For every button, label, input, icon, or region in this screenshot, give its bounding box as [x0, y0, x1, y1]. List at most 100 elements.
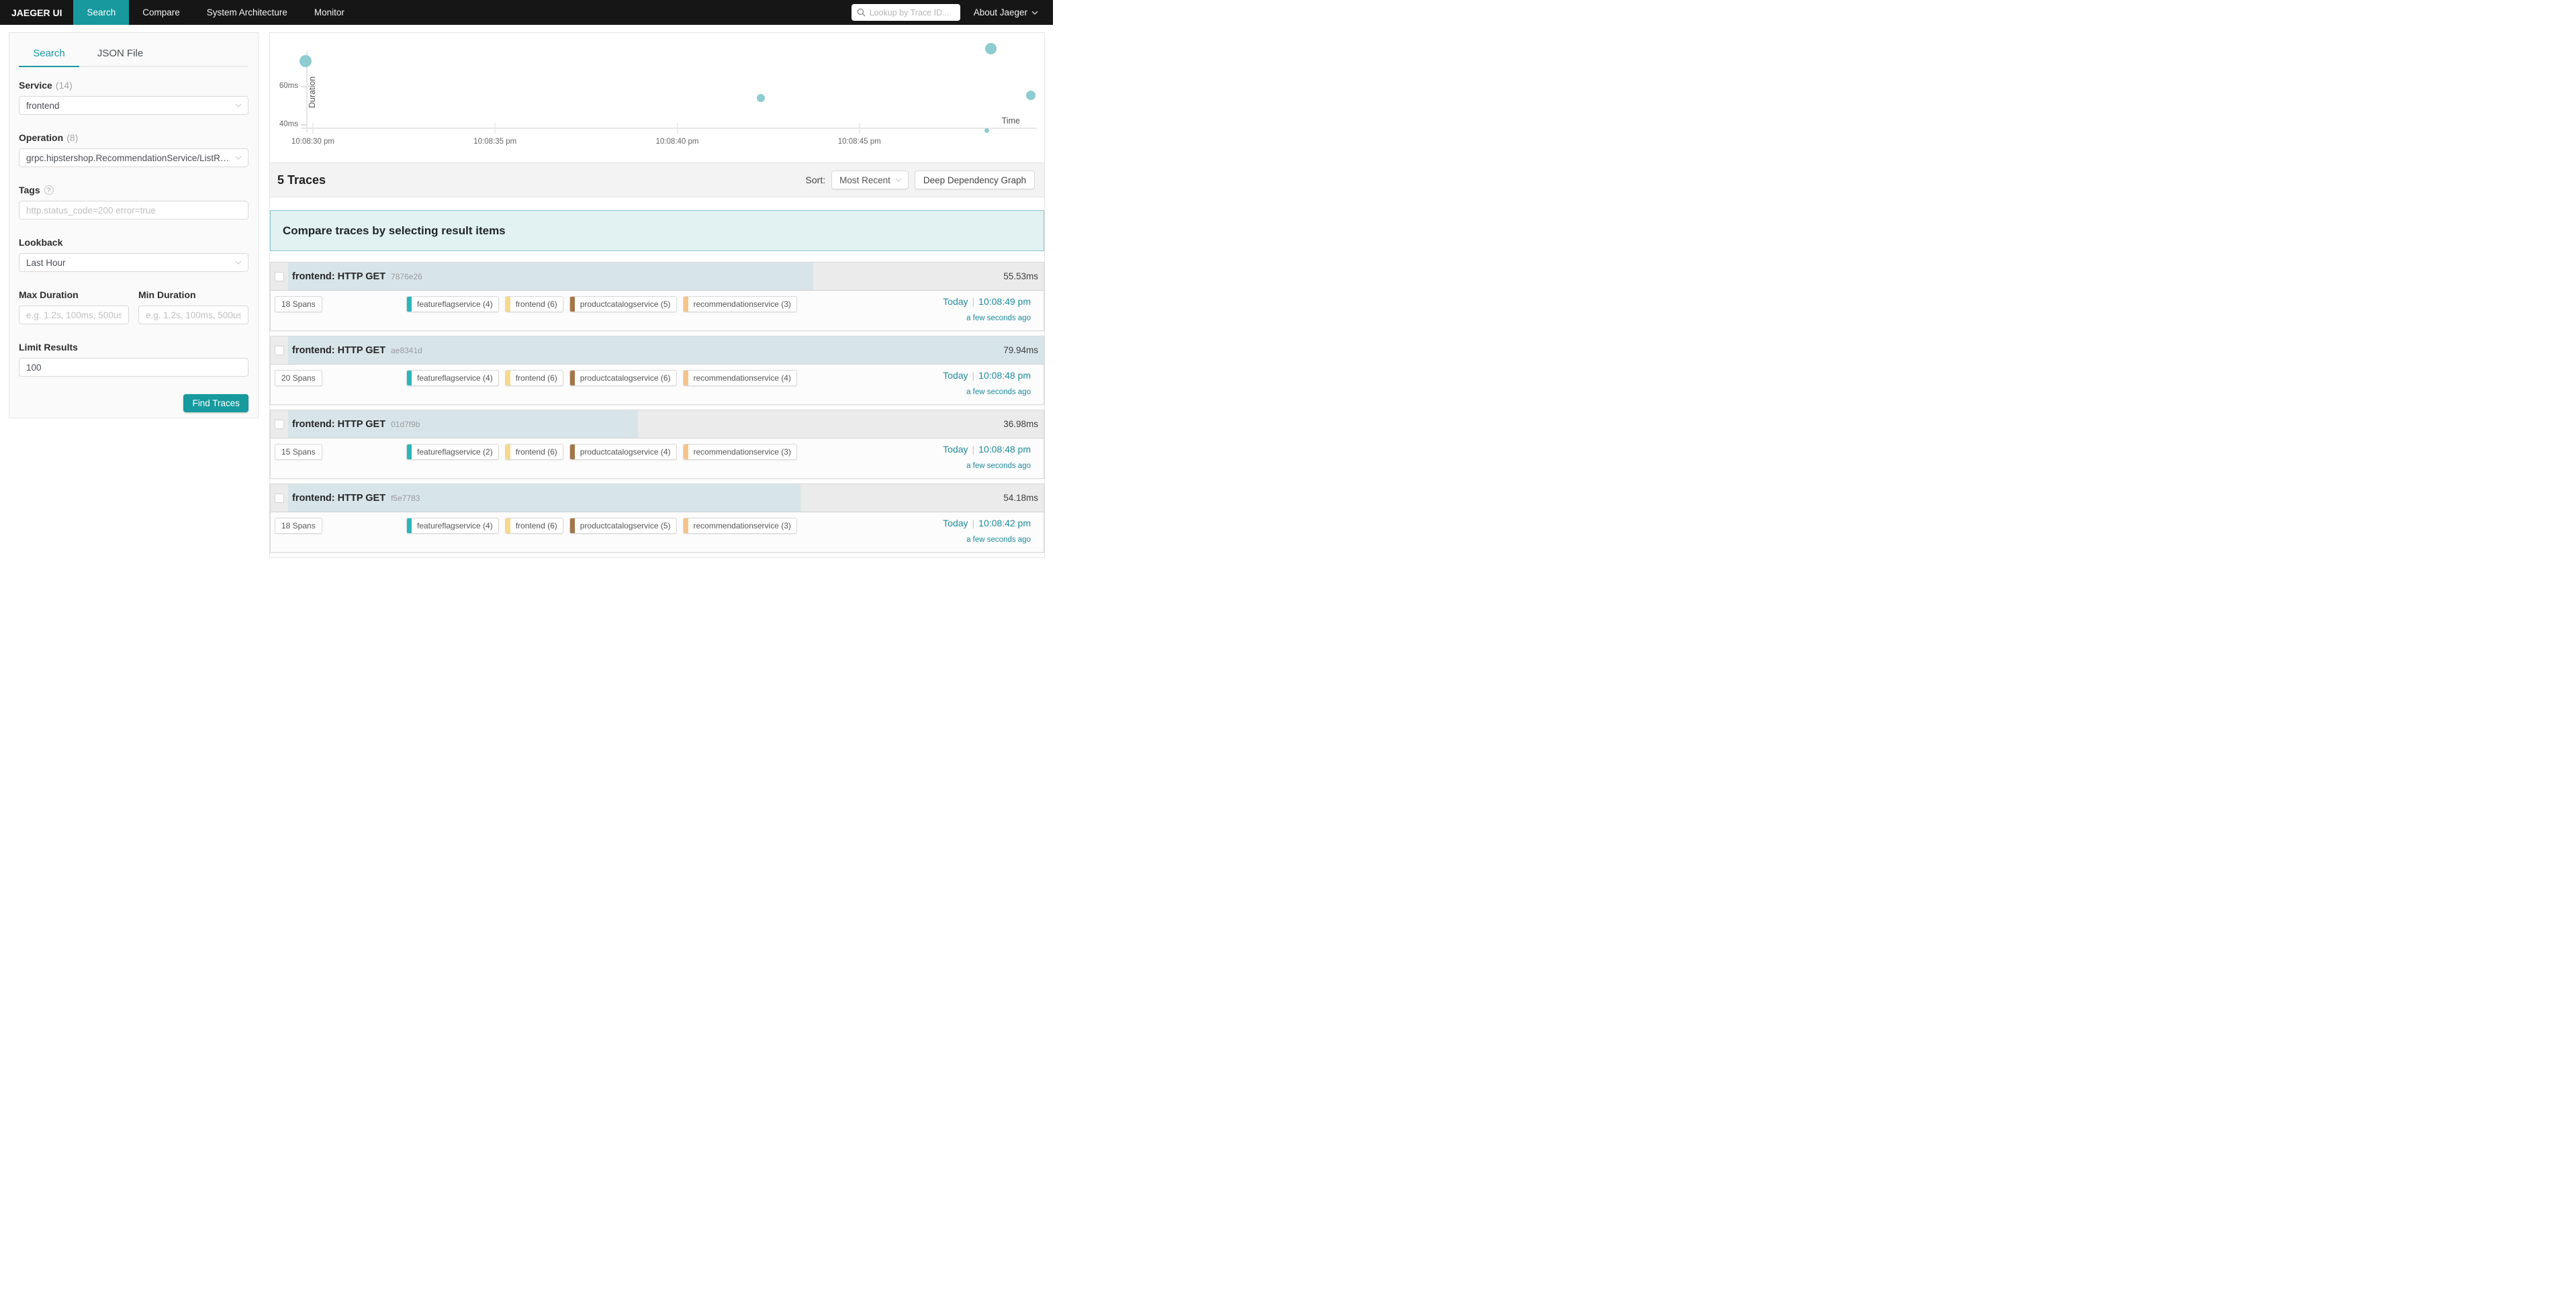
service-tag-label: recommendationservice (3) [688, 445, 796, 459]
trace-title: frontend: HTTP GET7876e26 [292, 263, 422, 291]
service-color-swatch [506, 297, 510, 312]
results-header-controls: Sort: Most Recent Deep Dependency Graph [806, 171, 1035, 189]
sort-value: Most Recent [839, 175, 890, 185]
x-tick-mark [494, 123, 496, 134]
search-sidebar: Search JSON File Service (14) frontend O… [9, 32, 259, 418]
lookback-select[interactable]: Last Hour [19, 253, 248, 272]
min-duration-input[interactable] [138, 306, 248, 324]
trace-header[interactable]: frontend: HTTP GETf5e7783 54.18ms [271, 484, 1044, 512]
trace-body: 18 Spans featureflagservice (4)frontend … [271, 291, 1044, 330]
when-separator: | [968, 518, 979, 528]
span-count-chip: 15 Spans [275, 444, 322, 460]
service-color-swatch [684, 518, 688, 533]
trace-body: 15 Spans featureflagservice (2) frontend … [271, 438, 1044, 478]
trace-when: Today|10:08:42 pm a few seconds ago [943, 518, 1031, 544]
scatter-dot[interactable] [757, 94, 765, 102]
trace-tags: featureflagservice (4)frontend (6)produc… [406, 296, 797, 312]
x-axis-title: Time [1002, 116, 1020, 126]
trace-checkbox[interactable] [275, 272, 284, 281]
trace-when: Today|10:08:49 pm a few seconds ago [943, 296, 1031, 322]
trace-lookup-input[interactable] [870, 8, 955, 17]
service-color-swatch [684, 371, 688, 385]
x-tick-label: 10:08:40 pm [656, 138, 699, 146]
service-tag: frontend (6) [505, 444, 563, 460]
operation-value: grpc.hipstershop.RecommendationService/L… [26, 153, 241, 163]
chevron-down-icon [1031, 11, 1038, 15]
nav-item-monitor[interactable]: Monitor [301, 0, 358, 25]
tab-search[interactable]: Search [19, 42, 79, 67]
nav-item-search[interactable]: Search [73, 0, 129, 25]
trace-duration: 79.94ms [1003, 336, 1038, 365]
trace-tags: featureflagservice (4)frontend (6)produc… [406, 518, 797, 534]
limit-results-label: Limit Results [19, 342, 248, 353]
x-tick-label: 10:08:35 pm [473, 138, 516, 146]
search-icon [857, 8, 866, 17]
service-tag: recommendationservice (3) [683, 444, 797, 460]
max-duration-input[interactable] [19, 306, 129, 324]
trace-header[interactable]: frontend: HTTP GET7876e26 55.53ms [271, 263, 1044, 291]
trace-service-operation: frontend: HTTP GET [292, 493, 385, 504]
trace-day: Today [943, 444, 968, 455]
service-color-swatch [570, 371, 575, 385]
min-duration-col: Min Duration [138, 289, 248, 324]
service-tag: featureflagservice (2) [406, 444, 499, 460]
trace-lookup-box [852, 4, 960, 21]
service-tag-label: featureflagservice (4) [412, 371, 498, 385]
service-tag-label: recommendationservice (3) [688, 297, 796, 312]
service-color-swatch [570, 297, 575, 312]
service-tag: frontend (6) [505, 518, 563, 534]
trace-relative-time: a few seconds ago [943, 314, 1031, 322]
limit-results-input[interactable] [19, 358, 248, 377]
when-separator: | [968, 370, 979, 381]
trace-checkbox[interactable] [275, 346, 284, 355]
trace-id: 01d7f9b [391, 420, 420, 429]
service-color-swatch [407, 445, 412, 459]
operation-select[interactable]: grpc.hipstershop.RecommendationService/L… [19, 148, 248, 167]
nav-item-system-architecture[interactable]: System Architecture [193, 0, 301, 25]
service-tag: productcatalogservice (5) [569, 518, 677, 534]
service-tag: recommendationservice (3) [683, 518, 797, 534]
service-tag-label: featureflagservice (2) [412, 445, 498, 459]
trace-header[interactable]: frontend: HTTP GETae8341d 79.94ms [271, 336, 1044, 365]
limit-group: Limit Results [19, 342, 248, 377]
x-tick-mark [312, 123, 314, 134]
y-tick-label: 40ms [232, 120, 298, 128]
sort-label: Sort: [806, 175, 826, 185]
min-duration-label: Min Duration [138, 289, 248, 300]
deep-dependency-graph-button[interactable]: Deep Dependency Graph [915, 171, 1035, 189]
trace-duration: 36.98ms [1003, 410, 1038, 438]
scatter-dot[interactable] [1026, 91, 1036, 100]
scatter-dot[interactable] [985, 43, 997, 54]
when-separator: | [968, 444, 979, 455]
trace-checkbox[interactable] [275, 494, 284, 503]
service-color-swatch [684, 445, 688, 459]
service-color-swatch [407, 518, 412, 533]
trace-service-operation: frontend: HTTP GET [292, 271, 385, 282]
trace-duration: 55.53ms [1003, 263, 1038, 291]
trace-when: Today|10:08:48 pm a few seconds ago [943, 370, 1031, 396]
trace-checkbox[interactable] [275, 420, 284, 429]
service-color-swatch [506, 371, 510, 385]
trace-header[interactable]: frontend: HTTP GET01d7f9b 36.98ms [271, 410, 1044, 438]
results-header-row: 5 Traces Sort: Most Recent Deep Dependen… [270, 162, 1044, 197]
span-count-chip: 18 Spans [275, 518, 322, 534]
sort-select[interactable]: Most Recent [831, 171, 909, 189]
find-traces-button[interactable]: Find Traces [183, 394, 248, 412]
tags-label: Tags ? [19, 185, 248, 195]
trace-day: Today [943, 296, 968, 307]
service-tag-label: featureflagservice (4) [412, 297, 498, 312]
duration-group: Max Duration Min Duration [19, 289, 248, 324]
scatter-dot[interactable] [984, 128, 989, 133]
service-tag: productcatalogservice (5) [569, 296, 677, 312]
service-tag-label: productcatalogservice (5) [575, 518, 676, 533]
sidebar-tabs: Search JSON File [19, 42, 248, 67]
about-jaeger-menu[interactable]: About Jaeger [974, 0, 1038, 25]
tags-input[interactable] [19, 201, 248, 220]
service-select[interactable]: frontend [19, 96, 248, 115]
max-duration-col: Max Duration [19, 289, 129, 324]
nav-item-compare[interactable]: Compare [129, 0, 193, 25]
trace-when: Today|10:08:48 pm a few seconds ago [943, 444, 1031, 470]
trace-tags: featureflagservice (2)frontend (6)produc… [406, 444, 797, 460]
tab-json-file[interactable]: JSON File [79, 42, 161, 66]
help-icon[interactable]: ? [44, 185, 54, 195]
